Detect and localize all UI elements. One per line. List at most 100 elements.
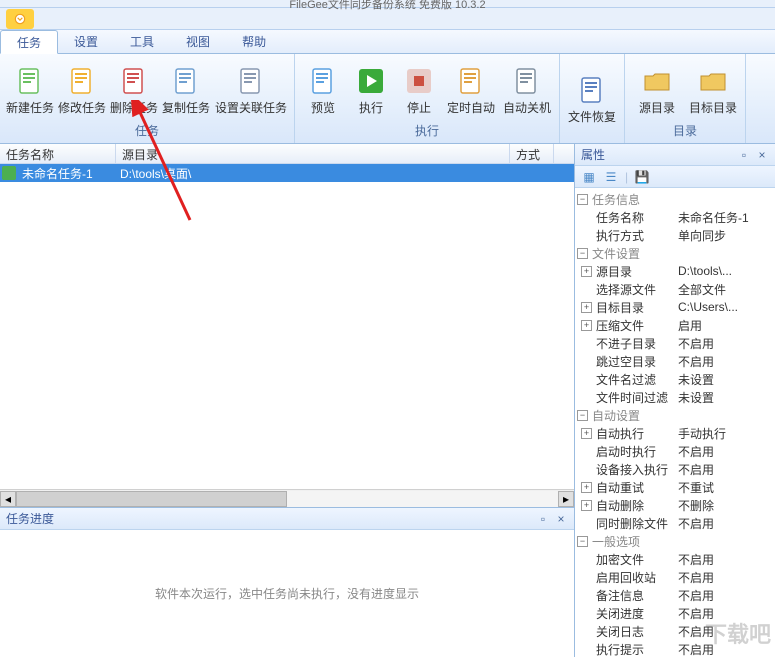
- property-key: 自动重试: [596, 479, 678, 496]
- expand-icon[interactable]: +: [581, 266, 592, 277]
- preview-button[interactable]: 预览: [299, 56, 347, 120]
- spacer: [581, 518, 592, 529]
- ribbon-label: 目标目录: [689, 101, 737, 115]
- property-value: 不启用: [678, 461, 775, 478]
- property-row[interactable]: 跳过空目录不启用: [575, 352, 775, 370]
- spacer: [581, 446, 592, 457]
- column-header[interactable]: 方式: [510, 144, 554, 163]
- property-key: 启动时执行: [596, 443, 678, 460]
- property-row[interactable]: 设备接入执行不启用: [575, 460, 775, 478]
- expand-icon[interactable]: +: [581, 302, 592, 313]
- property-row[interactable]: 任务名称未命名任务-1: [575, 208, 775, 226]
- property-key: 执行方式: [596, 227, 678, 244]
- collapse-icon[interactable]: −: [577, 536, 588, 547]
- spacer: [581, 554, 592, 565]
- edit-icon: [66, 65, 98, 97]
- property-key: 自动删除: [596, 497, 678, 514]
- property-row[interactable]: 文件名过滤未设置: [575, 370, 775, 388]
- new-icon: [14, 65, 46, 97]
- property-value: C:\Users\...: [678, 300, 775, 314]
- close-icon[interactable]: ×: [755, 148, 769, 162]
- collapse-icon[interactable]: −: [577, 248, 588, 259]
- ribbon-group-title: 任务: [4, 120, 290, 141]
- collapse-icon[interactable]: −: [577, 410, 588, 421]
- property-row[interactable]: 文件时间过滤未设置: [575, 388, 775, 406]
- property-row[interactable]: 加密文件不启用: [575, 550, 775, 568]
- property-row[interactable]: +源目录D:\tools\...: [575, 262, 775, 280]
- expand-icon[interactable]: +: [581, 320, 592, 331]
- task-row[interactable]: 未命名任务-1D:\tools\桌面\: [0, 164, 574, 182]
- run-button[interactable]: 执行: [347, 56, 395, 120]
- horizontal-scrollbar[interactable]: ◂ ▸: [0, 489, 574, 507]
- spacer: [581, 464, 592, 475]
- categorize-icon[interactable]: ▦: [581, 169, 597, 185]
- property-group-header[interactable]: −任务信息: [575, 190, 775, 208]
- pin-icon[interactable]: ▫: [737, 148, 751, 162]
- close-icon[interactable]: ×: [554, 512, 568, 526]
- edit-task-button[interactable]: 修改任务: [56, 56, 108, 120]
- link-task-button[interactable]: 设置关联任务: [212, 56, 290, 120]
- expand-icon[interactable]: +: [581, 428, 592, 439]
- menu-视图[interactable]: 视图: [170, 30, 226, 53]
- property-row[interactable]: +自动重试不重试: [575, 478, 775, 496]
- task-status-icon: [2, 166, 16, 180]
- spacer: [581, 626, 592, 637]
- pin-icon[interactable]: ▫: [536, 512, 550, 526]
- property-row[interactable]: 执行方式单向同步: [575, 226, 775, 244]
- property-row[interactable]: 关闭日志不启用: [575, 622, 775, 640]
- property-group-header[interactable]: −自动设置: [575, 406, 775, 424]
- expand-icon[interactable]: +: [581, 500, 592, 511]
- property-row[interactable]: +自动删除不删除: [575, 496, 775, 514]
- property-value: 启用: [678, 317, 775, 334]
- scroll-left-icon[interactable]: ◂: [0, 491, 16, 507]
- scroll-right-icon[interactable]: ▸: [558, 491, 574, 507]
- property-row[interactable]: +目标目录C:\Users\...: [575, 298, 775, 316]
- ribbon-label: 修改任务: [58, 101, 106, 115]
- property-group-header[interactable]: −一般选项: [575, 532, 775, 550]
- dst-icon: [697, 65, 729, 97]
- property-value: 全部文件: [678, 281, 775, 298]
- menu-设置[interactable]: 设置: [58, 30, 114, 53]
- menu-工具[interactable]: 工具: [114, 30, 170, 53]
- property-group-header[interactable]: −文件设置: [575, 244, 775, 262]
- collapse-icon[interactable]: −: [577, 194, 588, 205]
- delete-task-button[interactable]: 删除任务: [108, 56, 160, 120]
- property-row[interactable]: 备注信息不启用: [575, 586, 775, 604]
- timer-button[interactable]: 定时自动: [443, 56, 499, 120]
- src-dir-button[interactable]: 源目录: [629, 56, 685, 120]
- property-row[interactable]: 不进子目录不启用: [575, 334, 775, 352]
- save-icon[interactable]: 💾: [634, 169, 650, 185]
- property-value: 不启用: [678, 623, 775, 640]
- ribbon-label: 删除任务: [110, 101, 158, 115]
- property-row[interactable]: 选择源文件全部文件: [575, 280, 775, 298]
- property-row[interactable]: +自动执行手动执行: [575, 424, 775, 442]
- copy-task-button[interactable]: 复制任务: [160, 56, 212, 120]
- new-task-button[interactable]: 新建任务: [4, 56, 56, 120]
- property-row[interactable]: 关闭进度不启用: [575, 604, 775, 622]
- sort-icon[interactable]: ☰: [603, 169, 619, 185]
- ribbon-label: 源目录: [639, 101, 675, 115]
- menu-任务[interactable]: 任务: [0, 30, 58, 54]
- property-row[interactable]: 执行提示不启用: [575, 640, 775, 657]
- stop-button[interactable]: 停止: [395, 56, 443, 120]
- menu-帮助[interactable]: 帮助: [226, 30, 282, 53]
- ribbon-group-title: [564, 137, 620, 141]
- property-row[interactable]: 启用回收站不启用: [575, 568, 775, 586]
- property-value: D:\tools\...: [678, 264, 775, 278]
- dst-dir-button[interactable]: 目标目录: [685, 56, 741, 120]
- property-row[interactable]: +压缩文件启用: [575, 316, 775, 334]
- column-header[interactable]: 源目录: [116, 144, 510, 163]
- scroll-thumb[interactable]: [16, 491, 287, 507]
- property-key: 不进子目录: [596, 335, 678, 352]
- property-row[interactable]: 同时删除文件不启用: [575, 514, 775, 532]
- spacer: [581, 212, 592, 223]
- properties-toolbar: ▦ ☰ | 💾: [575, 166, 775, 188]
- property-row[interactable]: 启动时执行不启用: [575, 442, 775, 460]
- column-header[interactable]: 任务名称: [0, 144, 116, 163]
- property-key: 文件时间过滤: [596, 389, 678, 406]
- shutdown-button[interactable]: 自动关机: [499, 56, 555, 120]
- property-value: 不启用: [678, 443, 775, 460]
- ribbon-label: 执行: [359, 101, 383, 115]
- expand-icon[interactable]: +: [581, 482, 592, 493]
- restore-button[interactable]: 文件恢复: [564, 56, 620, 137]
